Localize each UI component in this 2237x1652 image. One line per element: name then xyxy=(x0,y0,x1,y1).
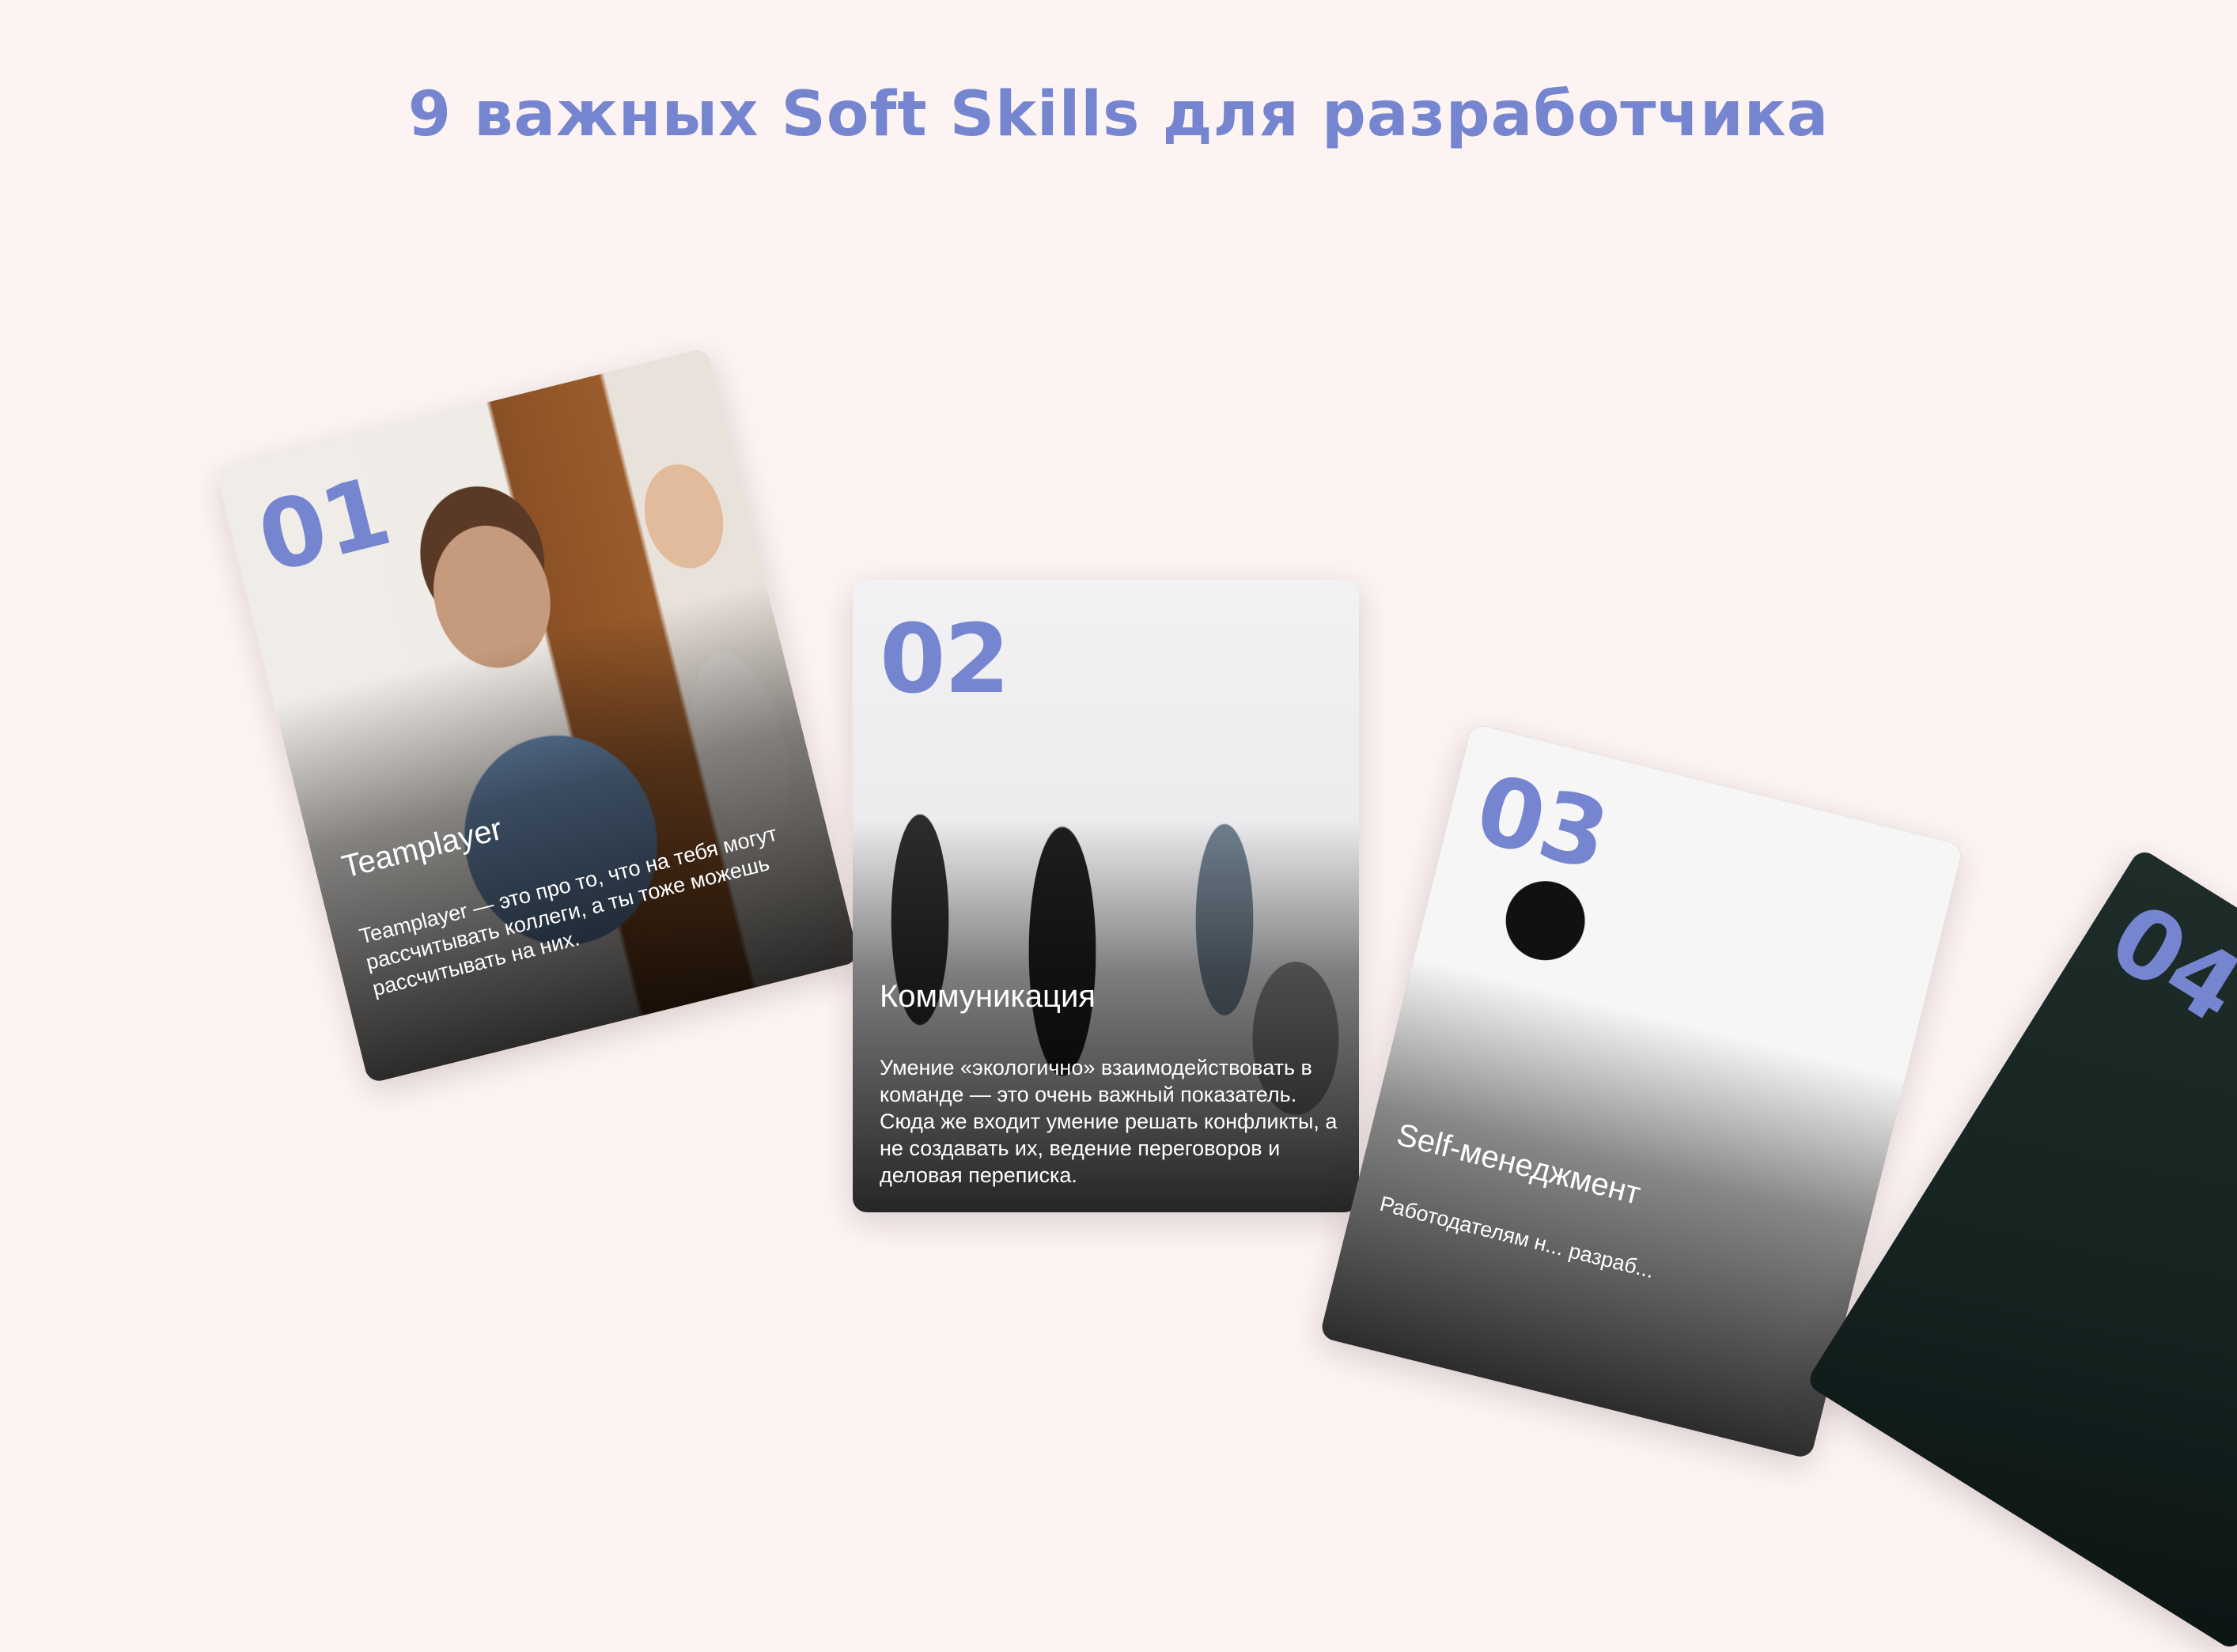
card-description: Умение «экологично» взаимодействовать в … xyxy=(880,1056,1338,1187)
card-title: Коммуникация xyxy=(880,979,1096,1014)
skill-card-teamplayer[interactable]: 01 Teamplayer Teamplayer — это про то, ч… xyxy=(215,347,861,1084)
card-number: 01 xyxy=(248,456,400,595)
page-title: 9 важных Soft Skills для разработчика xyxy=(407,79,1830,150)
card-number: 03 xyxy=(1465,754,1618,893)
skill-card-communication[interactable]: 02 Коммуникация Умение «экологично» взаи… xyxy=(853,580,1359,1212)
card-number: 02 xyxy=(880,605,1010,715)
